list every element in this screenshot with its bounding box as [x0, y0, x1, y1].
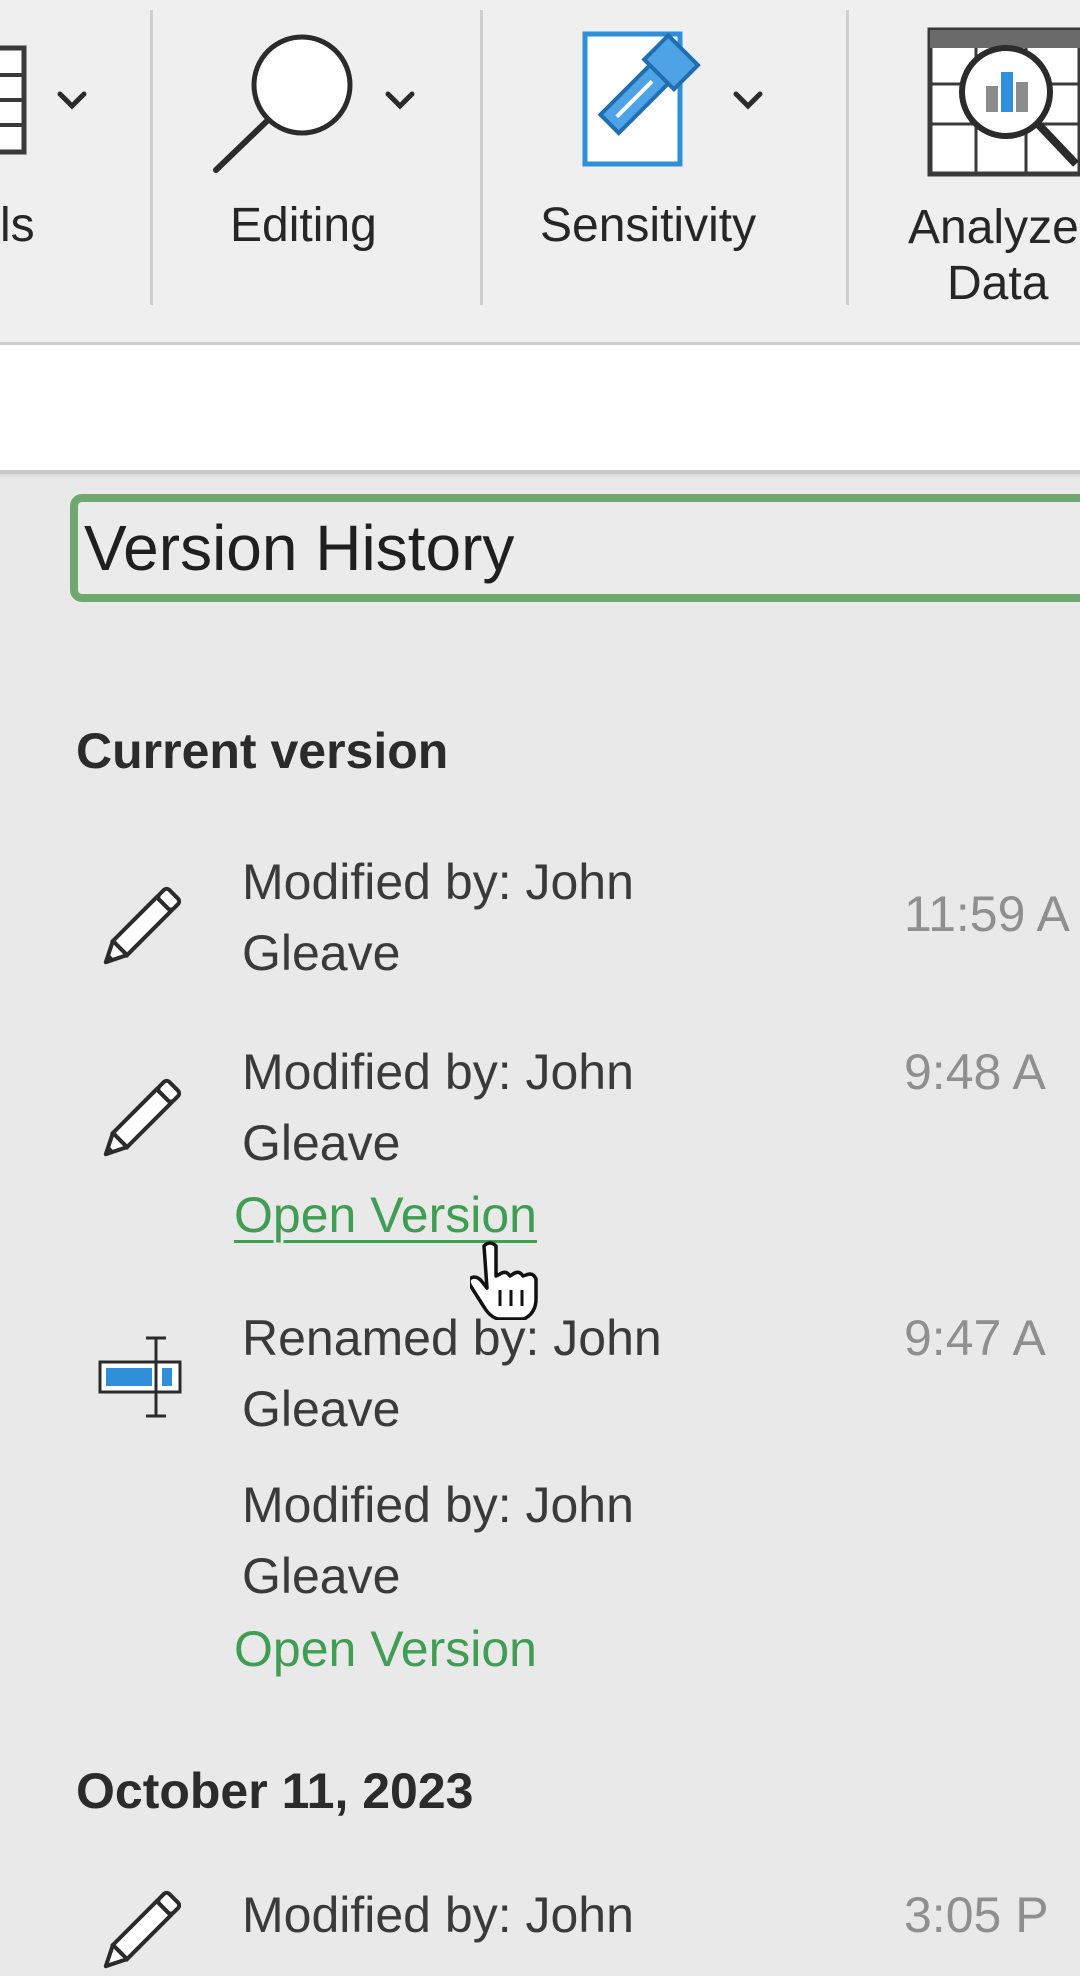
entry-line: Gleave — [242, 925, 401, 981]
pane-title[interactable]: Version History — [70, 494, 1080, 602]
ribbon-group-label: Data — [947, 257, 1049, 310]
analyze-data-icon — [927, 27, 1080, 177]
section-heading: October 11, 2023 — [76, 1763, 474, 1819]
hand-pointer-icon — [470, 1241, 538, 1320]
pencil-icon — [103, 1078, 182, 1157]
ribbon-divider — [846, 10, 849, 305]
entry-time: 3:05 P — [904, 1887, 1049, 1943]
ribbon-group-label: ls — [0, 199, 35, 252]
chevron-down-icon[interactable] — [384, 90, 416, 112]
entry-description: Modified by: John — [242, 1880, 782, 1951]
entry-line: Gleave — [242, 1115, 401, 1171]
ribbon-group-label: Editing — [230, 199, 377, 252]
entry-description: Modified by: John Gleave — [242, 1037, 782, 1179]
ribbon-group-label: Sensitivity — [540, 199, 757, 252]
open-version-link[interactable]: Open Version — [234, 1614, 537, 1685]
ribbon-divider — [150, 10, 153, 305]
entry-line: Gleave — [242, 1381, 401, 1437]
strip-shadow — [0, 474, 1080, 480]
entry-time: 9:47 A — [904, 1310, 1046, 1366]
entry-line: Modified by: John — [242, 1887, 634, 1943]
pencil-icon — [103, 886, 182, 965]
entry-time: 9:48 A — [904, 1044, 1046, 1100]
sensitivity-label-icon — [582, 31, 701, 167]
entry-line: Modified by: John — [242, 1477, 634, 1533]
entry-line: Gleave — [242, 1548, 401, 1604]
entry-description: Modified by: John Gleave — [242, 847, 782, 989]
ribbon-group-label: Analyze — [908, 201, 1079, 254]
entry-time: 11:59 A — [904, 886, 1070, 942]
chevron-down-icon[interactable] — [56, 90, 88, 112]
pencil-icon — [103, 1890, 182, 1969]
rename-icon — [98, 1336, 182, 1418]
entry-line: Modified by: John — [242, 854, 634, 910]
section-heading: Current version — [76, 723, 449, 779]
ribbon: ls Editing Sensitivity Analyze Data — [0, 0, 1080, 345]
ribbon-divider — [480, 10, 483, 305]
table-icon — [0, 45, 27, 155]
chevron-down-icon[interactable] — [732, 90, 764, 112]
formula-strip — [0, 345, 1080, 470]
entry-description: Renamed by: John Gleave — [242, 1303, 782, 1445]
entry-description: Modified by: John Gleave — [242, 1470, 782, 1612]
search-icon — [213, 34, 353, 173]
entry-line: Modified by: John — [242, 1044, 634, 1100]
